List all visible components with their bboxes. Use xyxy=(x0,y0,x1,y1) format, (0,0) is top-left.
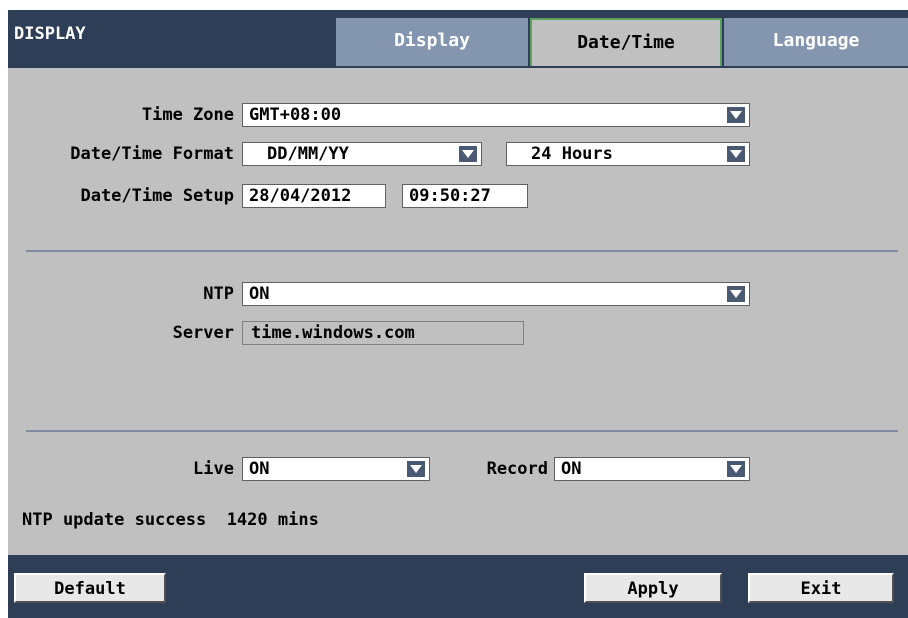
chevron-down-icon[interactable] xyxy=(727,107,745,123)
title-bar: DISPLAY Display Date/Time Language xyxy=(8,10,908,68)
tab-display[interactable]: Display xyxy=(336,18,528,66)
chevron-down-icon[interactable] xyxy=(727,146,745,162)
footer-bar: Default Apply Exit xyxy=(8,555,908,618)
chevron-down-icon[interactable] xyxy=(407,461,425,477)
server-input[interactable]: time.windows.com xyxy=(242,321,524,345)
date-time-format-label: Date/Time Format xyxy=(70,144,234,164)
date-format-value: DD/MM/YY xyxy=(267,144,349,164)
tab-date-time[interactable]: Date/Time xyxy=(530,18,722,66)
chevron-down-icon[interactable] xyxy=(727,286,745,302)
date-time-setup-label: Date/Time Setup xyxy=(80,186,234,206)
tab-language[interactable]: Language xyxy=(724,18,908,66)
section-divider xyxy=(26,250,898,252)
live-value: ON xyxy=(249,459,270,479)
ntp-value: ON xyxy=(249,284,270,304)
time-format-select[interactable]: 24 Hours xyxy=(506,142,750,166)
time-format-value: 24 Hours xyxy=(531,144,613,164)
window-title: DISPLAY xyxy=(14,24,86,44)
ntp-select[interactable]: ON xyxy=(242,282,750,306)
date-format-select[interactable]: DD/MM/YY xyxy=(242,142,482,166)
time-zone-value: GMT+08:00 xyxy=(249,105,342,125)
record-value: ON xyxy=(561,459,582,479)
section-divider xyxy=(26,430,898,432)
live-label: Live xyxy=(193,459,234,479)
server-label: Server xyxy=(172,323,234,343)
chevron-down-icon[interactable] xyxy=(727,461,745,477)
display-window: DISPLAY Display Date/Time Language Time … xyxy=(8,10,908,618)
ntp-status-text: NTP update success 1420 mins xyxy=(22,510,319,530)
time-zone-label: Time Zone xyxy=(141,105,234,125)
time-zone-select[interactable]: GMT+08:00 xyxy=(242,103,750,127)
live-select[interactable]: ON xyxy=(242,457,430,481)
record-label: Record xyxy=(486,459,548,479)
chevron-down-icon[interactable] xyxy=(459,146,477,162)
date-input[interactable]: 28/04/2012 xyxy=(242,184,386,208)
apply-button[interactable]: Apply xyxy=(584,573,722,603)
time-input[interactable]: 09:50:27 xyxy=(402,184,528,208)
record-select[interactable]: ON xyxy=(554,457,750,481)
ntp-label: NTP xyxy=(203,284,234,304)
default-button[interactable]: Default xyxy=(14,573,166,603)
exit-button[interactable]: Exit xyxy=(748,573,894,603)
